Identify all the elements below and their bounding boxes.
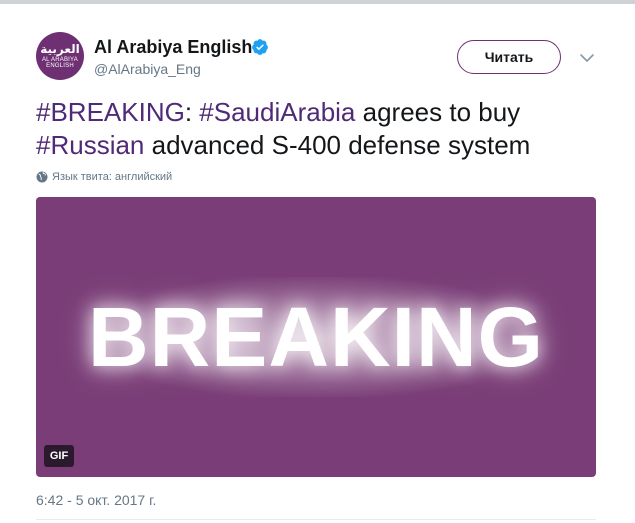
gif-badge: GIF (44, 445, 74, 467)
globe-icon (36, 171, 48, 183)
hashtag-russian[interactable]: #Russian (36, 130, 144, 160)
tweet-text-segment: : (184, 97, 200, 127)
avatar-arabic-text: العربية (40, 41, 80, 56)
chevron-down-icon[interactable] (578, 52, 596, 64)
divider (36, 519, 596, 520)
tweet-language-note: Язык твита: английский (36, 170, 172, 184)
media-headline: BREAKING (87, 290, 544, 384)
hashtag-breaking[interactable]: #BREAKING (36, 97, 185, 127)
tweet-timestamp[interactable]: 6:42 - 5 окт. 2017 г. (36, 491, 156, 509)
tweet-text-segment: agrees to buy (355, 97, 521, 127)
tweet-language-label: Язык твита: английский (52, 171, 173, 183)
tweet-media-gif[interactable]: BREAKING GIF (36, 197, 596, 477)
hashtag-saudiarabia[interactable]: #SaudiArabia (199, 97, 355, 127)
avatar-english-text: AL ARABIYA ENGLISH (41, 56, 79, 70)
author-handle[interactable]: @AlArabiya_Eng (94, 60, 201, 78)
tweet-text: #BREAKING: #SaudiArabia agrees to buy #R… (36, 96, 611, 162)
author-name[interactable]: Al Arabiya English (94, 36, 252, 58)
tweet-text-segment: advanced S-400 defense system (144, 130, 531, 160)
follow-button[interactable]: Читать (457, 40, 561, 74)
verified-badge-icon (252, 39, 268, 55)
avatar[interactable]: العربية AL ARABIYA ENGLISH (36, 32, 84, 80)
